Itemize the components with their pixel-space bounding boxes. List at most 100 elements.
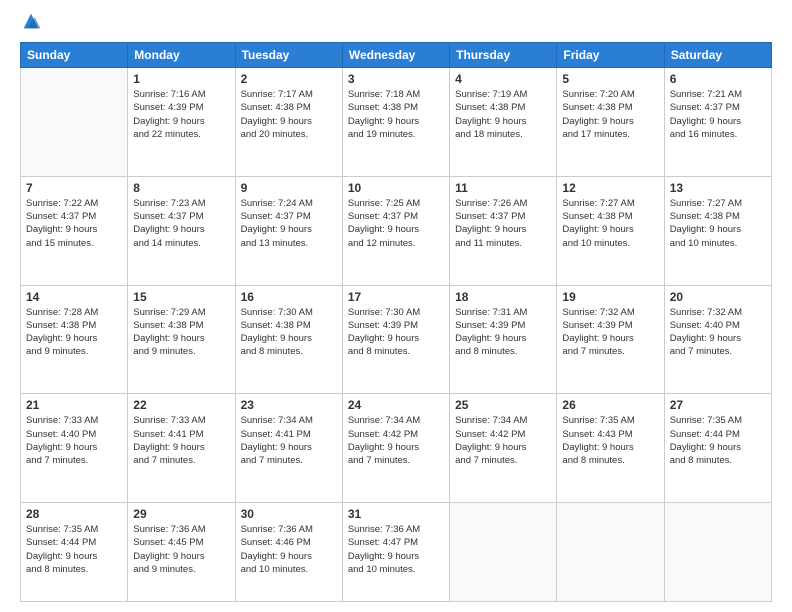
- day-info: Sunrise: 7:35 AM Sunset: 4:44 PM Dayligh…: [670, 414, 766, 467]
- day-info: Sunrise: 7:33 AM Sunset: 4:41 PM Dayligh…: [133, 414, 229, 467]
- day-number: 29: [133, 507, 229, 521]
- day-number: 21: [26, 398, 122, 412]
- day-info: Sunrise: 7:32 AM Sunset: 4:39 PM Dayligh…: [562, 306, 658, 359]
- day-number: 3: [348, 72, 444, 86]
- logo: [20, 18, 46, 32]
- calendar-cell: 26 Sunrise: 7:35 AM Sunset: 4:43 PM Dayli…: [557, 394, 664, 503]
- day-number: 18: [455, 290, 551, 304]
- day-info: Sunrise: 7:35 AM Sunset: 4:43 PM Dayligh…: [562, 414, 658, 467]
- day-info: Sunrise: 7:25 AM Sunset: 4:37 PM Dayligh…: [348, 197, 444, 250]
- day-number: 31: [348, 507, 444, 521]
- calendar-week-row: 7 Sunrise: 7:22 AM Sunset: 4:37 PM Daylig…: [21, 176, 772, 285]
- day-number: 11: [455, 181, 551, 195]
- day-info: Sunrise: 7:30 AM Sunset: 4:39 PM Dayligh…: [348, 306, 444, 359]
- day-number: 10: [348, 181, 444, 195]
- calendar-cell: 28Sunrise: 7:35 AM Sunset: 4:44 PM Dayli…: [21, 503, 128, 602]
- day-number: 26: [562, 398, 658, 412]
- calendar-cell: 12 Sunrise: 7:27 AM Sunset: 4:38 PM Dayli…: [557, 176, 664, 285]
- day-info: Sunrise: 7:23 AM Sunset: 4:37 PM Dayligh…: [133, 197, 229, 250]
- calendar-cell: [557, 503, 664, 602]
- calendar-cell: 1Sunrise: 7:16 AM Sunset: 4:39 PM Daylig…: [128, 68, 235, 177]
- day-info: Sunrise: 7:18 AM Sunset: 4:38 PM Dayligh…: [348, 88, 444, 141]
- calendar-cell: 24 Sunrise: 7:34 AM Sunset: 4:42 PM Dayli…: [342, 394, 449, 503]
- calendar-cell: 14 Sunrise: 7:28 AM Sunset: 4:38 PM Dayli…: [21, 285, 128, 394]
- day-info: Sunrise: 7:34 AM Sunset: 4:42 PM Dayligh…: [348, 414, 444, 467]
- calendar-cell: 17 Sunrise: 7:30 AM Sunset: 4:39 PM Dayli…: [342, 285, 449, 394]
- header-monday: Monday: [128, 43, 235, 68]
- day-info: Sunrise: 7:36 AM Sunset: 4:47 PM Dayligh…: [348, 523, 444, 576]
- calendar-cell: 16 Sunrise: 7:30 AM Sunset: 4:38 PM Dayli…: [235, 285, 342, 394]
- day-number: 25: [455, 398, 551, 412]
- calendar-cell: 23 Sunrise: 7:34 AM Sunset: 4:41 PM Dayli…: [235, 394, 342, 503]
- day-number: 19: [562, 290, 658, 304]
- calendar-cell: 25 Sunrise: 7:34 AM Sunset: 4:42 PM Dayli…: [450, 394, 557, 503]
- day-info: Sunrise: 7:30 AM Sunset: 4:38 PM Dayligh…: [241, 306, 337, 359]
- calendar-cell: 4 Sunrise: 7:19 AM Sunset: 4:38 PM Daylig…: [450, 68, 557, 177]
- day-info: Sunrise: 7:34 AM Sunset: 4:42 PM Dayligh…: [455, 414, 551, 467]
- day-number: 12: [562, 181, 658, 195]
- day-number: 4: [455, 72, 551, 86]
- day-number: 28: [26, 507, 122, 521]
- header-tuesday: Tuesday: [235, 43, 342, 68]
- calendar-cell: [664, 503, 771, 602]
- calendar-cell: 2 Sunrise: 7:17 AM Sunset: 4:38 PM Daylig…: [235, 68, 342, 177]
- day-info: Sunrise: 7:20 AM Sunset: 4:38 PM Dayligh…: [562, 88, 658, 141]
- day-number: 16: [241, 290, 337, 304]
- calendar-cell: 18 Sunrise: 7:31 AM Sunset: 4:39 PM Dayli…: [450, 285, 557, 394]
- day-number: 17: [348, 290, 444, 304]
- calendar-week-row: 21 Sunrise: 7:33 AM Sunset: 4:40 PM Dayli…: [21, 394, 772, 503]
- day-number: 6: [670, 72, 766, 86]
- calendar-cell: 15 Sunrise: 7:29 AM Sunset: 4:38 PM Dayli…: [128, 285, 235, 394]
- day-number: 2: [241, 72, 337, 86]
- day-info: Sunrise: 7:21 AM Sunset: 4:37 PM Dayligh…: [670, 88, 766, 141]
- day-number: 9: [241, 181, 337, 195]
- day-info: Sunrise: 7:31 AM Sunset: 4:39 PM Dayligh…: [455, 306, 551, 359]
- day-number: 27: [670, 398, 766, 412]
- day-info: Sunrise: 7:27 AM Sunset: 4:38 PM Dayligh…: [562, 197, 658, 250]
- header-sunday: Sunday: [21, 43, 128, 68]
- calendar-cell: 9 Sunrise: 7:24 AM Sunset: 4:37 PM Daylig…: [235, 176, 342, 285]
- calendar-cell: 3 Sunrise: 7:18 AM Sunset: 4:38 PM Daylig…: [342, 68, 449, 177]
- day-info: Sunrise: 7:19 AM Sunset: 4:38 PM Dayligh…: [455, 88, 551, 141]
- calendar-week-row: 28Sunrise: 7:35 AM Sunset: 4:44 PM Dayli…: [21, 503, 772, 602]
- day-info: Sunrise: 7:33 AM Sunset: 4:40 PM Dayligh…: [26, 414, 122, 467]
- calendar-cell: 8 Sunrise: 7:23 AM Sunset: 4:37 PM Daylig…: [128, 176, 235, 285]
- header-thursday: Thursday: [450, 43, 557, 68]
- day-info: Sunrise: 7:34 AM Sunset: 4:41 PM Dayligh…: [241, 414, 337, 467]
- day-info: Sunrise: 7:17 AM Sunset: 4:38 PM Dayligh…: [241, 88, 337, 141]
- calendar-cell: 31 Sunrise: 7:36 AM Sunset: 4:47 PM Dayli…: [342, 503, 449, 602]
- day-info: Sunrise: 7:24 AM Sunset: 4:37 PM Dayligh…: [241, 197, 337, 250]
- day-number: 1: [133, 72, 229, 86]
- weekday-header-row: Sunday Monday Tuesday Wednesday Thursday…: [21, 43, 772, 68]
- day-info: Sunrise: 7:28 AM Sunset: 4:38 PM Dayligh…: [26, 306, 122, 359]
- calendar-cell: 5Sunrise: 7:20 AM Sunset: 4:38 PM Daylig…: [557, 68, 664, 177]
- day-number: 23: [241, 398, 337, 412]
- calendar-table: Sunday Monday Tuesday Wednesday Thursday…: [20, 42, 772, 602]
- calendar-cell: 11Sunrise: 7:26 AM Sunset: 4:37 PM Dayli…: [450, 176, 557, 285]
- day-number: 24: [348, 398, 444, 412]
- day-info: Sunrise: 7:32 AM Sunset: 4:40 PM Dayligh…: [670, 306, 766, 359]
- header: [20, 18, 772, 32]
- calendar-cell: 19 Sunrise: 7:32 AM Sunset: 4:39 PM Dayli…: [557, 285, 664, 394]
- day-number: 15: [133, 290, 229, 304]
- calendar-cell: 27 Sunrise: 7:35 AM Sunset: 4:44 PM Dayli…: [664, 394, 771, 503]
- calendar-cell: [21, 68, 128, 177]
- day-number: 7: [26, 181, 122, 195]
- calendar-cell: 22Sunrise: 7:33 AM Sunset: 4:41 PM Dayli…: [128, 394, 235, 503]
- day-number: 8: [133, 181, 229, 195]
- calendar-cell: 29 Sunrise: 7:36 AM Sunset: 4:45 PM Dayli…: [128, 503, 235, 602]
- calendar-cell: 10 Sunrise: 7:25 AM Sunset: 4:37 PM Dayli…: [342, 176, 449, 285]
- day-info: Sunrise: 7:22 AM Sunset: 4:37 PM Dayligh…: [26, 197, 122, 250]
- calendar-week-row: 1Sunrise: 7:16 AM Sunset: 4:39 PM Daylig…: [21, 68, 772, 177]
- day-info: Sunrise: 7:29 AM Sunset: 4:38 PM Dayligh…: [133, 306, 229, 359]
- day-number: 14: [26, 290, 122, 304]
- calendar-cell: 30Sunrise: 7:36 AM Sunset: 4:46 PM Dayli…: [235, 503, 342, 602]
- day-info: Sunrise: 7:36 AM Sunset: 4:45 PM Dayligh…: [133, 523, 229, 576]
- header-friday: Friday: [557, 43, 664, 68]
- day-info: Sunrise: 7:36 AM Sunset: 4:46 PM Dayligh…: [241, 523, 337, 576]
- header-wednesday: Wednesday: [342, 43, 449, 68]
- calendar-cell: 21 Sunrise: 7:33 AM Sunset: 4:40 PM Dayli…: [21, 394, 128, 503]
- calendar-week-row: 14 Sunrise: 7:28 AM Sunset: 4:38 PM Dayli…: [21, 285, 772, 394]
- calendar-cell: 20Sunrise: 7:32 AM Sunset: 4:40 PM Dayli…: [664, 285, 771, 394]
- calendar-cell: [450, 503, 557, 602]
